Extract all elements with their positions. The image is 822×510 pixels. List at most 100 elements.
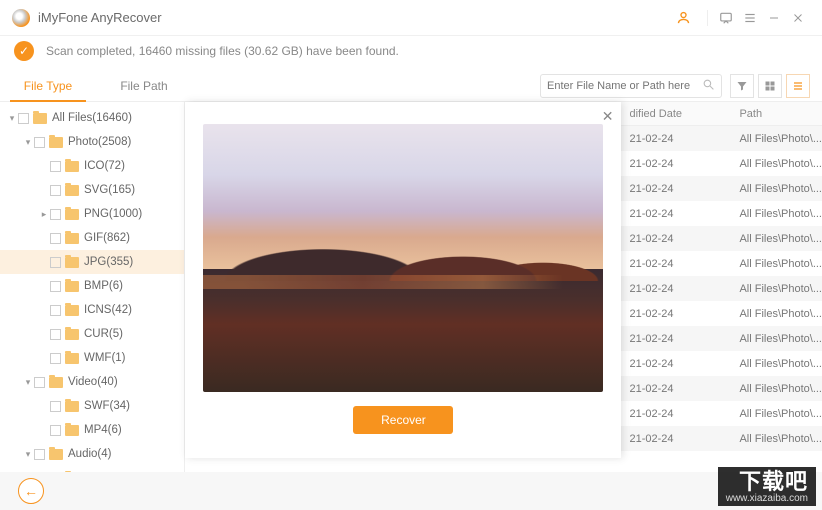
tree-item[interactable]: SWF(34): [0, 394, 184, 418]
toolbar: File Type File Path: [0, 70, 822, 102]
search-box[interactable]: [540, 74, 722, 98]
tree-item[interactable]: SVG(165): [0, 178, 184, 202]
status-bar: ✓ Scan completed, 16460 missing files (3…: [0, 36, 822, 66]
cell-path: All Files\Photo\...: [731, 383, 822, 395]
close-preview-icon[interactable]: ✕: [602, 108, 614, 125]
tree-label: Video(40): [68, 376, 118, 388]
cell-date: 21-02-24: [621, 283, 731, 295]
twisty-icon[interactable]: ▾: [22, 449, 34, 460]
search-icon[interactable]: [702, 78, 715, 94]
cell-path: All Files\Photo\...: [731, 358, 822, 370]
checkbox[interactable]: [50, 281, 61, 292]
tree-label: ICO(72): [84, 160, 125, 172]
cell-date: 21-02-24: [621, 133, 731, 145]
bottom-bar: ←: [0, 472, 822, 510]
file-tree: ▾ All Files(16460) ▾ Photo(2508) ICO(72) SVG(…: [0, 102, 185, 476]
tab-file-path[interactable]: File Path: [96, 70, 192, 101]
folder-icon: [65, 281, 79, 292]
folder-icon: [65, 305, 79, 316]
tree-item[interactable]: WMF(1): [0, 346, 184, 370]
tree-label: MP4(6): [84, 424, 122, 436]
col-date[interactable]: dified Date: [621, 108, 731, 120]
twisty-icon[interactable]: ▾: [22, 137, 34, 148]
tree-item[interactable]: JPG(355): [0, 250, 184, 274]
back-button[interactable]: ←: [18, 478, 44, 504]
twisty-icon[interactable]: ▾: [22, 377, 34, 388]
folder-icon: [33, 113, 47, 124]
app-title: iMyFone AnyRecover: [38, 10, 671, 25]
cell-date: 21-02-24: [621, 158, 731, 170]
cell-date: 21-02-24: [621, 333, 731, 345]
cell-path: All Files\Photo\...: [731, 433, 822, 445]
tree-item[interactable]: ▾ Video(40): [0, 370, 184, 394]
list-view-icon[interactable]: [786, 74, 810, 98]
tree-item[interactable]: ICO(72): [0, 154, 184, 178]
cell-path: All Files\Photo\...: [731, 133, 822, 145]
folder-icon: [65, 257, 79, 268]
cell-date: 21-02-24: [621, 208, 731, 220]
cell-path: All Files\Photo\...: [731, 283, 822, 295]
checkbox[interactable]: [50, 305, 61, 316]
checkbox[interactable]: [50, 161, 61, 172]
checkbox[interactable]: [50, 185, 61, 196]
checkbox[interactable]: [18, 113, 29, 124]
status-text: Scan completed, 16460 missing files (30.…: [46, 44, 399, 58]
checkbox[interactable]: [50, 425, 61, 436]
tree-label: ICNS(42): [84, 304, 132, 316]
tree-item[interactable]: CUR(5): [0, 322, 184, 346]
cell-date: 21-02-24: [621, 308, 731, 320]
titlebar: iMyFone AnyRecover: [0, 0, 822, 36]
preview-panel: ✕ Recover: [185, 102, 621, 458]
folder-icon: [65, 209, 79, 220]
cell-path: All Files\Photo\...: [731, 158, 822, 170]
checkbox[interactable]: [50, 329, 61, 340]
menu-icon[interactable]: [738, 6, 762, 30]
tree-item[interactable]: BMP(6): [0, 274, 184, 298]
filter-icon[interactable]: [730, 74, 754, 98]
tree-item[interactable]: ▾ Photo(2508): [0, 130, 184, 154]
tree-item[interactable]: ▾ All Files(16460): [0, 106, 184, 130]
recover-button[interactable]: Recover: [353, 406, 453, 434]
checkbox[interactable]: [34, 137, 45, 148]
tree-item[interactable]: ICNS(42): [0, 298, 184, 322]
search-input[interactable]: [547, 80, 702, 92]
tree-item[interactable]: ▾Audio(4): [0, 442, 184, 466]
folder-icon: [65, 425, 79, 436]
checkbox[interactable]: [50, 257, 61, 268]
tree-label: WMF(1): [84, 352, 126, 364]
grid-view-icon[interactable]: [758, 74, 782, 98]
twisty-icon[interactable]: ▾: [6, 113, 18, 124]
twisty-icon[interactable]: ▸: [38, 209, 50, 220]
tree-label: GIF(862): [84, 232, 130, 244]
app-logo-icon: [12, 9, 30, 27]
tree-label: SWF(34): [84, 400, 130, 412]
folder-icon: [65, 161, 79, 172]
preview-image: [203, 124, 603, 392]
checkbox[interactable]: [50, 209, 61, 220]
checkbox[interactable]: [34, 377, 45, 388]
tree-label: All Files(16460): [52, 112, 132, 124]
folder-icon: [65, 329, 79, 340]
feedback-icon[interactable]: [714, 6, 738, 30]
cell-path: All Files\Photo\...: [731, 333, 822, 345]
minimize-icon[interactable]: [762, 6, 786, 30]
checkbox[interactable]: [50, 401, 61, 412]
tree-item[interactable]: ▸PNG(1000): [0, 202, 184, 226]
close-icon[interactable]: [786, 6, 810, 30]
tab-file-type[interactable]: File Type: [0, 70, 96, 101]
checkbox[interactable]: [50, 353, 61, 364]
folder-icon: [49, 449, 63, 460]
tree-item[interactable]: GIF(862): [0, 226, 184, 250]
main: ▾ All Files(16460) ▾ Photo(2508) ICO(72) SVG(…: [0, 102, 822, 476]
cell-date: 21-02-24: [621, 258, 731, 270]
user-icon[interactable]: [671, 6, 695, 30]
tree-item[interactable]: MP4(6): [0, 418, 184, 442]
cell-date: 21-02-24: [621, 358, 731, 370]
tree-label: Photo(2508): [68, 136, 131, 148]
content: dified Date Path 21-02-24All Files\Photo…: [185, 102, 822, 476]
cell-path: All Files\Photo\...: [731, 233, 822, 245]
cell-date: 21-02-24: [621, 183, 731, 195]
col-path[interactable]: Path: [731, 108, 822, 120]
checkbox[interactable]: [34, 449, 45, 460]
checkbox[interactable]: [50, 233, 61, 244]
